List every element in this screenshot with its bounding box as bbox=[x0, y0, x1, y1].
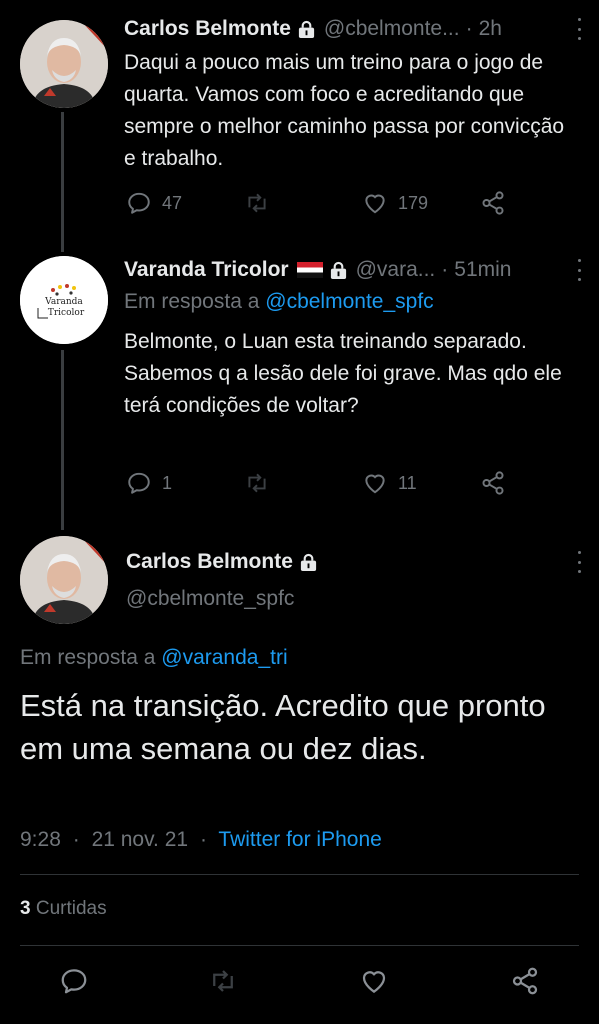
reply-count: 47 bbox=[162, 192, 183, 213]
likes-count: 3 bbox=[20, 898, 31, 919]
svg-text:Varanda: Varanda bbox=[44, 297, 83, 307]
separator-dot: · bbox=[465, 17, 473, 40]
retweet-icon bbox=[213, 970, 233, 992]
tweet-date[interactable]: 21 nov. 21 bbox=[92, 828, 189, 851]
author-name[interactable]: Carlos Belmonte bbox=[124, 17, 291, 41]
like-button[interactable]: 179 bbox=[362, 190, 428, 216]
author-name[interactable]: Carlos Belmonte bbox=[126, 550, 293, 574]
retweet-button[interactable] bbox=[208, 966, 238, 996]
avatar[interactable] bbox=[20, 20, 108, 108]
more-icon[interactable] bbox=[575, 551, 583, 573]
tweet-text: Daqui a pouco mais um treino para o jogo… bbox=[124, 51, 565, 170]
like-count: 11 bbox=[398, 472, 417, 493]
author-handle[interactable]: @cbelmonte_spfc bbox=[126, 587, 294, 611]
reply-prefix: Em resposta a bbox=[20, 646, 156, 669]
main-tweet-text: Está na transição. Acredito que pronto e… bbox=[20, 688, 546, 766]
divider bbox=[20, 945, 579, 946]
retweet-button[interactable] bbox=[244, 190, 280, 216]
share-icon bbox=[482, 471, 504, 495]
reply-button[interactable]: 47 bbox=[126, 190, 182, 216]
reply-mention-link[interactable]: @varanda_tri bbox=[161, 646, 287, 669]
lock-icon bbox=[297, 20, 316, 39]
reply-button[interactable]: 1 bbox=[126, 470, 172, 496]
tweet-source-link[interactable]: Twitter for iPhone bbox=[218, 828, 381, 851]
tweet-meta: 9:28 · 21 nov. 21 · Twitter for iPhone bbox=[20, 828, 382, 852]
share-button[interactable] bbox=[480, 470, 506, 496]
tweet-header: Varanda Tricolor @vara... · 51min bbox=[124, 255, 583, 285]
thread-connector bbox=[61, 350, 64, 530]
reply-icon bbox=[61, 969, 87, 994]
like-button[interactable]: 11 bbox=[362, 470, 417, 496]
avatar[interactable] bbox=[20, 536, 108, 624]
more-icon[interactable] bbox=[575, 18, 583, 40]
likes-summary[interactable]: 3 Curtidas bbox=[20, 898, 107, 920]
tweet-thread-page: Carlos Belmonte @cbelmonte... · 2h Daqui… bbox=[0, 0, 599, 1024]
reply-context: Em resposta a @cbelmonte_spfc bbox=[124, 290, 434, 314]
main-tweet-actions bbox=[0, 966, 599, 1006]
retweet-button[interactable] bbox=[244, 470, 280, 496]
share-icon bbox=[512, 967, 538, 995]
separator-dot: · bbox=[199, 828, 207, 851]
reply-icon bbox=[128, 472, 150, 494]
reply-button[interactable] bbox=[59, 966, 89, 996]
author-name[interactable]: Varanda Tricolor bbox=[124, 258, 289, 282]
lock-icon bbox=[329, 261, 348, 280]
more-icon[interactable] bbox=[575, 259, 583, 281]
tweet-actions: 1 11 bbox=[124, 470, 514, 500]
tweet-time[interactable]: 2h bbox=[479, 17, 502, 41]
retweet-icon bbox=[248, 193, 266, 213]
like-count: 179 bbox=[398, 192, 429, 213]
likes-label: Curtidas bbox=[35, 898, 107, 919]
author-handle[interactable]: @cbelmonte... bbox=[324, 17, 460, 41]
like-icon bbox=[362, 971, 386, 993]
tweet-actions: 47 179 bbox=[124, 190, 514, 220]
thread-connector bbox=[61, 112, 64, 252]
share-icon bbox=[482, 191, 504, 215]
share-button[interactable] bbox=[480, 190, 506, 216]
divider bbox=[20, 874, 579, 875]
tweet-text: Belmonte, o Luan esta treinando separado… bbox=[124, 330, 562, 417]
svg-text:Tricolor: Tricolor bbox=[48, 308, 85, 318]
share-button[interactable] bbox=[510, 966, 540, 996]
tweet-time[interactable]: 9:28 bbox=[20, 828, 61, 851]
main-author-name-row: Carlos Belmonte bbox=[126, 550, 318, 574]
avatar[interactable]: Varanda Tricolor bbox=[20, 256, 108, 344]
reply-context: Em resposta a @varanda_tri bbox=[20, 646, 288, 670]
author-handle[interactable]: @vara... bbox=[356, 258, 436, 282]
reply-icon bbox=[128, 192, 150, 214]
tweet-header: Carlos Belmonte @cbelmonte... · 2h bbox=[124, 14, 583, 44]
lock-icon bbox=[299, 553, 318, 572]
like-icon bbox=[365, 474, 385, 494]
reply-prefix: Em resposta a bbox=[124, 290, 260, 313]
separator-dot: · bbox=[72, 828, 80, 851]
flag-icon bbox=[296, 262, 323, 278]
reply-count: 1 bbox=[162, 472, 173, 493]
like-button[interactable] bbox=[359, 966, 389, 996]
retweet-icon bbox=[248, 473, 266, 493]
reply-mention-link[interactable]: @cbelmonte_spfc bbox=[265, 290, 433, 313]
separator-dot: · bbox=[441, 258, 449, 281]
like-icon bbox=[365, 194, 385, 214]
tweet-time[interactable]: 51min bbox=[454, 258, 511, 282]
